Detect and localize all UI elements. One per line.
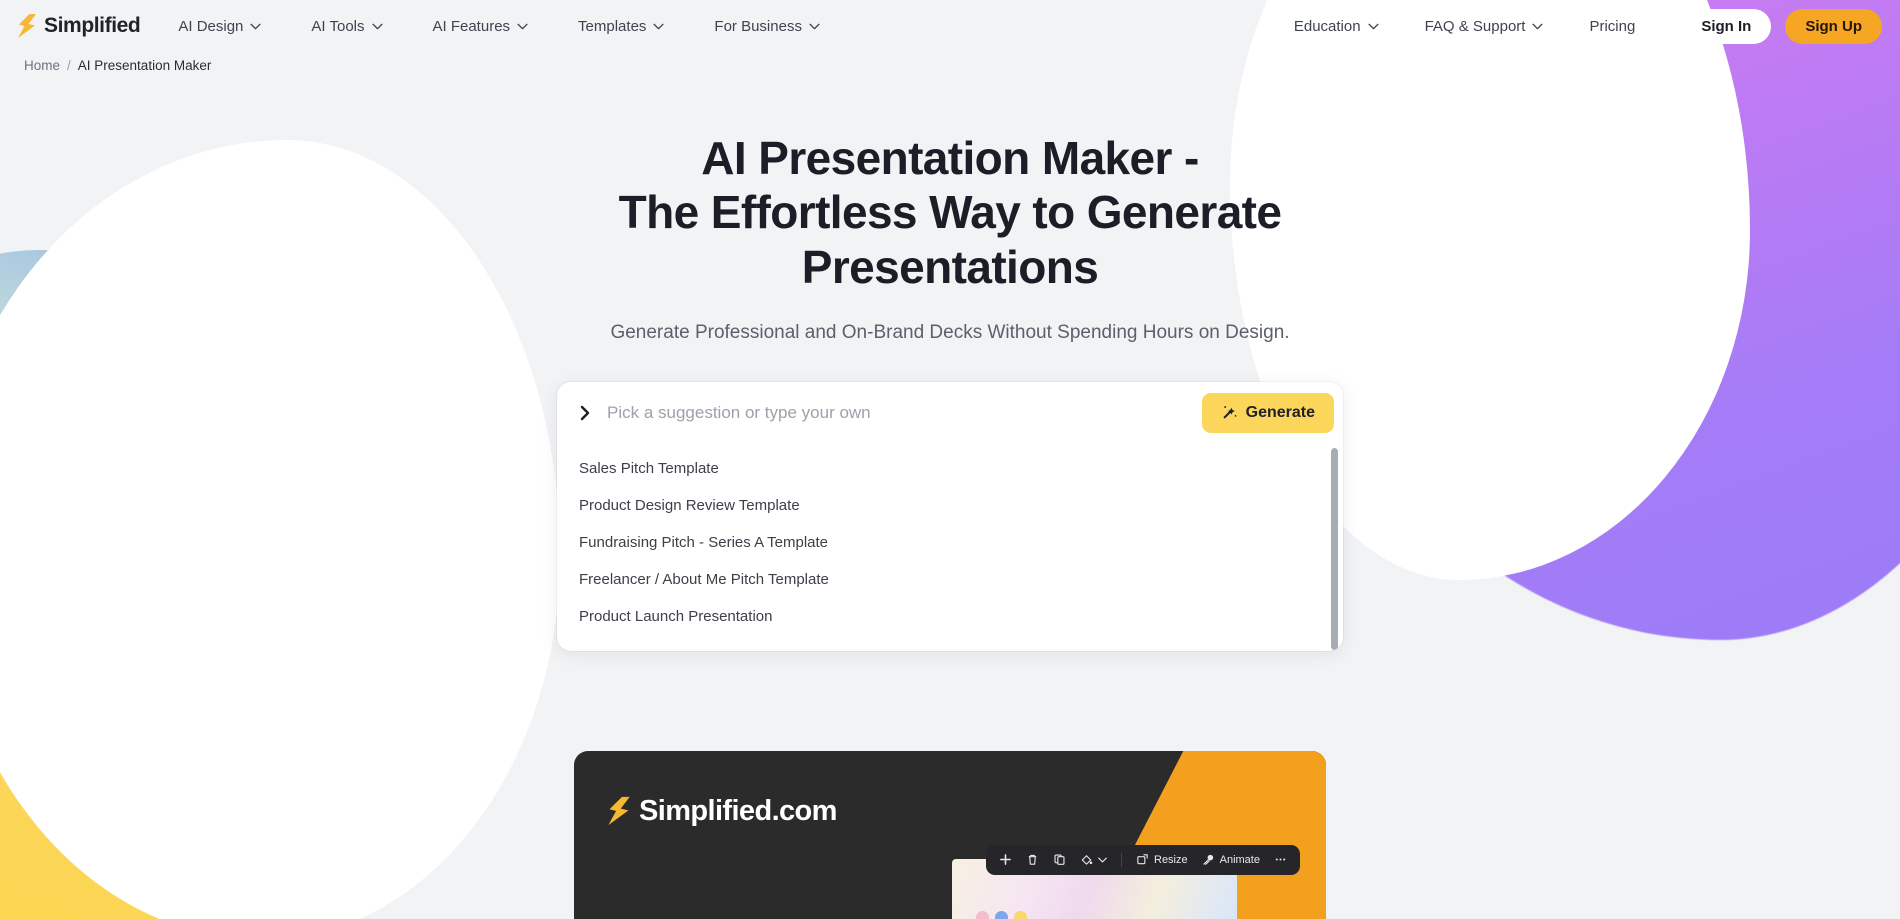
nav-item-for-business[interactable]: For Business [714, 12, 820, 41]
prompt-search-bar: Generate [557, 382, 1343, 444]
nav-item-ai-features[interactable]: AI Features [433, 12, 529, 41]
preview-floating-toolbar: Resize Animate [986, 844, 1300, 875]
toolbar-animate-label: Animate [1219, 853, 1260, 866]
page-root: Simplified AI Design AI Tools AI Feature… [0, 0, 1900, 919]
copy-icon [1054, 854, 1065, 866]
nav-label: AI Features [432, 17, 511, 35]
simplified-bolt-icon [608, 797, 630, 826]
nav-item-education[interactable]: Education [1294, 12, 1379, 41]
preview-section: Simplified.com Resize Animate [574, 750, 1326, 919]
chevron-down-icon [371, 23, 383, 29]
toolbar-add-button[interactable] [999, 853, 1012, 866]
breadcrumb-separator: / [67, 58, 71, 73]
generate-button[interactable]: Generate [1201, 392, 1334, 433]
preview-card[interactable]: Simplified.com Resize Animate [574, 750, 1326, 919]
animate-icon [1202, 855, 1213, 866]
nav-label: FAQ & Support [1424, 17, 1526, 35]
nav-label: AI Design [178, 17, 244, 35]
paint-bucket-icon [1081, 855, 1093, 866]
generate-button-label: Generate [1245, 403, 1315, 421]
trash-icon [1028, 855, 1037, 865]
sign-up-button[interactable]: Sign Up [1785, 8, 1882, 44]
page-title-line-3: Presentations [801, 240, 1099, 293]
toolbar-resize-label: Resize [1154, 853, 1188, 866]
nav-item-ai-tools[interactable]: AI Tools [311, 12, 383, 41]
breadcrumb-current: AI Presentation Maker [77, 58, 212, 73]
plus-icon [1000, 854, 1011, 866]
suggestion-item[interactable]: Sales Pitch Template [557, 450, 1343, 487]
prompt-search-area: Generate Sales Pitch Template Product De… [557, 381, 1343, 651]
dot-yellow [1014, 910, 1027, 919]
page-title-line-2: The Effortless Way to Generate [618, 186, 1282, 239]
brand-name: Simplified [44, 14, 141, 37]
nav-left-group: Simplified AI Design AI Tools AI Feature… [16, 12, 820, 41]
dot-blue [995, 910, 1008, 919]
preview-slide-dots [976, 910, 1027, 919]
nav-right-group: Education FAQ & Support Pricing Sign In … [1294, 8, 1882, 44]
toolbar-duplicate-button[interactable] [1053, 853, 1066, 866]
nav-item-faq-support[interactable]: FAQ & Support [1425, 12, 1544, 41]
nav-label: AI Tools [311, 17, 365, 35]
nav-label: For Business [714, 17, 802, 35]
toolbar-more-button[interactable] [1274, 853, 1287, 866]
suggestion-item[interactable]: Product Design Review Template [557, 487, 1343, 524]
primary-nav-items: AI Design AI Tools AI Features Templates… [178, 12, 820, 41]
toolbar-animate-button[interactable]: Animate [1202, 853, 1260, 866]
nav-item-pricing[interactable]: Pricing [1589, 12, 1635, 41]
toolbar-divider [1121, 852, 1122, 867]
suggestion-scrollbar[interactable] [1331, 447, 1338, 650]
toolbar-fill-button[interactable] [1080, 853, 1107, 866]
hero-section: AI Presentation Maker - The Effortless W… [0, 73, 1900, 344]
chevron-down-icon [250, 23, 261, 29]
suggestion-item[interactable]: Fundraising Pitch - Series A Template [557, 524, 1343, 561]
page-subtitle: Generate Professional and On-Brand Decks… [610, 321, 1290, 343]
blob-yellow-left [0, 250, 330, 919]
nav-item-ai-design[interactable]: AI Design [178, 12, 261, 41]
suggestion-list: Sales Pitch Template Product Design Revi… [557, 444, 1343, 651]
nav-label: Education [1293, 17, 1361, 35]
toolbar-resize-button[interactable]: Resize [1136, 853, 1188, 866]
suggestion-item[interactable]: Freelancer / About Me Pitch Template [557, 561, 1343, 598]
brand-logo[interactable]: Simplified [16, 14, 141, 38]
suggestion-item[interactable]: Product Launch Presentation [557, 598, 1343, 635]
chevron-down-icon [1368, 23, 1379, 29]
nav-item-templates[interactable]: Templates [578, 12, 664, 41]
more-horizontal-icon [1275, 858, 1286, 861]
breadcrumb-home[interactable]: Home [24, 58, 60, 73]
simplified-bolt-icon [18, 14, 36, 38]
resize-icon [1137, 854, 1148, 865]
sign-in-button[interactable]: Sign In [1681, 8, 1772, 44]
page-title: AI Presentation Maker - The Effortless W… [580, 131, 1320, 294]
nav-label: Pricing [1589, 17, 1636, 35]
magic-wand-icon [1222, 406, 1237, 419]
breadcrumb: Home / AI Presentation Maker [0, 52, 1900, 73]
chevron-down-icon [809, 23, 820, 29]
chevron-down-icon [1532, 23, 1544, 29]
chevron-down-icon [517, 23, 528, 29]
preview-logo-text: Simplified.com [639, 794, 837, 827]
toolbar-delete-button[interactable] [1026, 853, 1039, 866]
dot-pink [976, 910, 989, 919]
chevron-down-icon [653, 23, 664, 29]
chevron-right-icon [580, 405, 590, 420]
suggestion-scrollbar-thumb[interactable] [1331, 447, 1338, 650]
chevron-down-icon [1098, 857, 1107, 863]
nav-label: Templates [578, 17, 647, 35]
page-title-line-1: AI Presentation Maker - [701, 132, 1199, 184]
preview-logo: Simplified.com [606, 795, 837, 828]
prompt-input[interactable] [607, 402, 1202, 423]
prompt-search-card: Generate Sales Pitch Template Product De… [557, 381, 1343, 651]
top-navigation-bar: Simplified AI Design AI Tools AI Feature… [0, 0, 1900, 52]
